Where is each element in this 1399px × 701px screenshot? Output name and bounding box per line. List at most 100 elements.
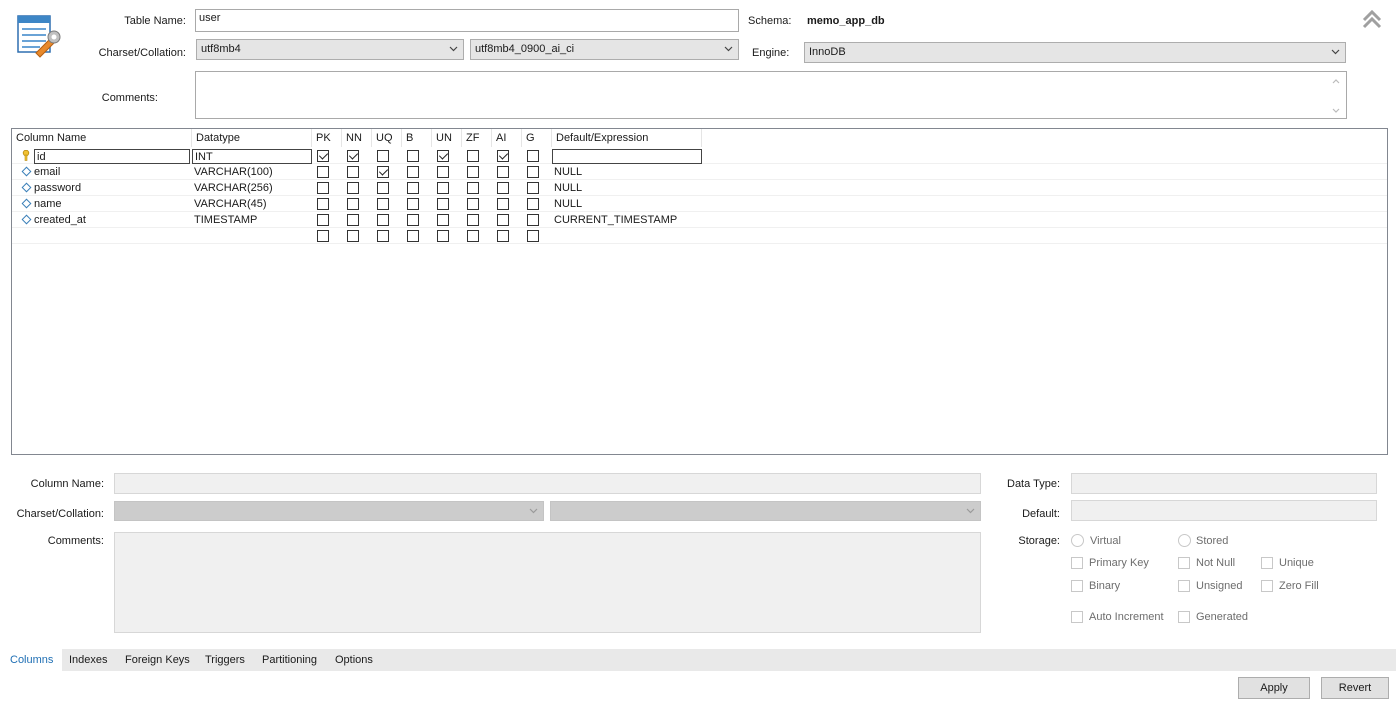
checkbox-un[interactable] (437, 214, 449, 226)
apply-button[interactable]: Apply (1238, 677, 1310, 699)
cell-column-name[interactable]: id (34, 149, 190, 164)
header-ai[interactable]: AI (492, 129, 522, 147)
checkbox-nn[interactable] (347, 150, 359, 162)
table-row[interactable] (12, 228, 1387, 244)
checkbox-nn[interactable] (347, 166, 359, 178)
checkbox-g[interactable] (527, 230, 539, 242)
checkbox-pk[interactable] (317, 182, 329, 194)
checkbox-un[interactable] (437, 198, 449, 210)
header-column-name[interactable]: Column Name (12, 129, 192, 147)
charset-select[interactable]: utf8mb4 (196, 39, 464, 60)
cell-datatype[interactable]: INT (192, 149, 312, 164)
header-datatype[interactable]: Datatype (192, 129, 312, 147)
checkbox-zf[interactable] (467, 150, 479, 162)
checkbox-ai[interactable] (497, 214, 509, 226)
checkbox-uq[interactable] (377, 150, 389, 162)
table-row[interactable]: email VARCHAR(100) NULL (12, 164, 1387, 180)
stored-radio[interactable] (1178, 534, 1191, 547)
checkbox-nn[interactable] (347, 230, 359, 242)
header-b[interactable]: B (402, 129, 432, 147)
cell-column-name[interactable]: password (34, 180, 190, 196)
table-row[interactable]: id INT (12, 148, 1387, 164)
checkbox-nn[interactable] (347, 182, 359, 194)
cell-default[interactable] (552, 149, 702, 164)
data-type-input[interactable] (1071, 473, 1377, 494)
cell-column-name[interactable]: email (34, 164, 190, 180)
cell-datatype[interactable] (194, 228, 312, 244)
unsigned-checkbox[interactable] (1178, 580, 1190, 592)
checkbox-b[interactable] (407, 182, 419, 194)
table-row[interactable]: name VARCHAR(45) NULL (12, 196, 1387, 212)
cell-column-name[interactable]: name (34, 196, 190, 212)
checkbox-uq[interactable] (377, 182, 389, 194)
checkbox-zf[interactable] (467, 214, 479, 226)
detail-comments-textarea[interactable] (114, 532, 981, 633)
cell-default[interactable]: CURRENT_TIMESTAMP (554, 212, 702, 228)
checkbox-un[interactable] (437, 166, 449, 178)
checkbox-un[interactable] (437, 150, 449, 162)
checkbox-uq[interactable] (377, 214, 389, 226)
checkbox-g[interactable] (527, 182, 539, 194)
cell-column-name[interactable] (34, 228, 190, 244)
checkbox-uq[interactable] (377, 166, 389, 178)
checkbox-un[interactable] (437, 182, 449, 194)
checkbox-b[interactable] (407, 198, 419, 210)
checkbox-g[interactable] (527, 198, 539, 210)
engine-select[interactable]: InnoDB (804, 42, 1346, 63)
header-zf[interactable]: ZF (462, 129, 492, 147)
cell-datatype[interactable]: VARCHAR(100) (194, 164, 312, 180)
binary-checkbox[interactable] (1071, 580, 1083, 592)
header-uq[interactable]: UQ (372, 129, 402, 147)
table-name-input[interactable]: user (195, 9, 739, 32)
checkbox-pk[interactable] (317, 150, 329, 162)
tab-indexes[interactable]: Indexes (69, 654, 108, 666)
header-un[interactable]: UN (432, 129, 462, 147)
cell-datatype[interactable]: TIMESTAMP (194, 212, 312, 228)
header-nn[interactable]: NN (342, 129, 372, 147)
cell-datatype[interactable]: VARCHAR(256) (194, 180, 312, 196)
table-row[interactable]: password VARCHAR(256) NULL (12, 180, 1387, 196)
header-pk[interactable]: PK (312, 129, 342, 147)
unique-checkbox[interactable] (1261, 557, 1273, 569)
virtual-radio[interactable] (1071, 534, 1084, 547)
checkbox-b[interactable] (407, 166, 419, 178)
checkbox-uq[interactable] (377, 198, 389, 210)
checkbox-g[interactable] (527, 214, 539, 226)
tab-options[interactable]: Options (335, 654, 373, 666)
column-name-input[interactable] (114, 473, 981, 494)
checkbox-ai[interactable] (497, 150, 509, 162)
detail-collation-select[interactable] (550, 501, 981, 521)
tab-partitioning[interactable]: Partitioning (262, 654, 317, 666)
checkbox-nn[interactable] (347, 214, 359, 226)
checkbox-pk[interactable] (317, 166, 329, 178)
scrollbar-up-icon[interactable] (1331, 76, 1341, 84)
checkbox-ai[interactable] (497, 182, 509, 194)
checkbox-nn[interactable] (347, 198, 359, 210)
cell-default[interactable]: NULL (554, 196, 702, 212)
checkbox-g[interactable] (527, 166, 539, 178)
columns-grid[interactable]: Column Name Datatype PK NN UQ B UN ZF AI… (11, 128, 1388, 455)
checkbox-zf[interactable] (467, 166, 479, 178)
auto-increment-checkbox[interactable] (1071, 611, 1083, 623)
checkbox-zf[interactable] (467, 230, 479, 242)
checkbox-zf[interactable] (467, 182, 479, 194)
primary-key-checkbox[interactable] (1071, 557, 1083, 569)
not-null-checkbox[interactable] (1178, 557, 1190, 569)
header-default[interactable]: Default/Expression (552, 129, 702, 147)
checkbox-b[interactable] (407, 214, 419, 226)
checkbox-pk[interactable] (317, 214, 329, 226)
detail-charset-select[interactable] (114, 501, 544, 521)
checkbox-pk[interactable] (317, 230, 329, 242)
tab-triggers[interactable]: Triggers (205, 654, 245, 666)
cell-default[interactable]: NULL (554, 164, 702, 180)
generated-checkbox[interactable] (1178, 611, 1190, 623)
cell-default[interactable] (554, 228, 702, 244)
checkbox-pk[interactable] (317, 198, 329, 210)
header-g[interactable]: G (522, 129, 552, 147)
collation-select[interactable]: utf8mb4_0900_ai_ci (470, 39, 739, 60)
collapse-chevrons-icon[interactable] (1361, 8, 1383, 30)
checkbox-ai[interactable] (497, 198, 509, 210)
checkbox-ai[interactable] (497, 230, 509, 242)
checkbox-un[interactable] (437, 230, 449, 242)
scrollbar-down-icon[interactable] (1331, 106, 1341, 114)
